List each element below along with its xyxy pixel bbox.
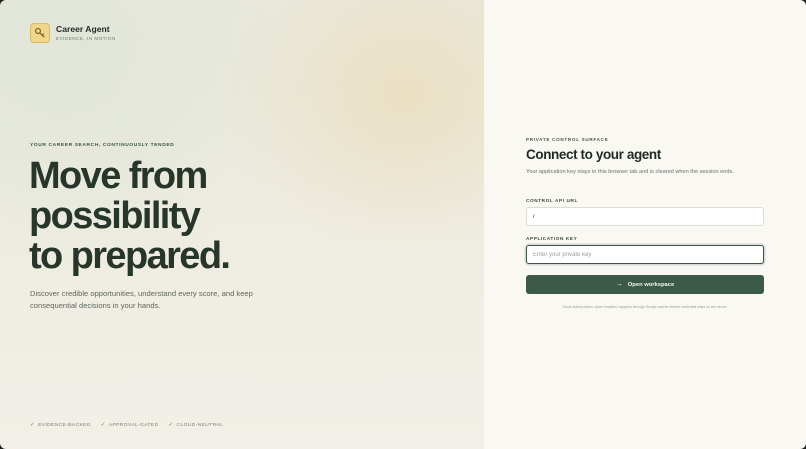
hero-eyebrow: YOUR CAREER SEARCH, CONTINUOUSLY TENDED	[30, 143, 175, 148]
auth-footnote: Gmail authorization, when enabled, happe…	[562, 305, 728, 309]
badge-approval-gated: ✓ APPROVAL-GATED	[101, 422, 159, 428]
key-icon	[30, 23, 50, 43]
hero-panel: Career Agent EVIDENCE, IN MOTION YOUR CA…	[0, 0, 484, 449]
hero-subcopy: Discover credible opportunities, underst…	[30, 289, 253, 310]
application-key-label: APPLICATION KEY	[526, 236, 578, 241]
hero-headline: Move from possibility to prepared.	[29, 155, 231, 277]
control-api-url-label: CONTROL API URL	[526, 198, 578, 203]
arrow-right-icon: →	[615, 281, 623, 288]
badge-label: APPROVAL-GATED	[108, 422, 159, 428]
check-icon: ✓	[30, 422, 36, 428]
form-description: Your application key stays in this brows…	[526, 169, 734, 175]
feature-badges: ✓ EVIDENCE-BACKED ✓ APPROVAL-GATED ✓ CLO…	[30, 422, 223, 428]
application-key-input[interactable]	[526, 245, 764, 264]
control-api-url-input[interactable]	[526, 207, 764, 226]
form-eyebrow: PRIVATE CONTROL SURFACE	[526, 137, 609, 142]
brand: Career Agent EVIDENCE, IN MOTION	[30, 23, 116, 43]
open-workspace-label: Open workspace	[627, 281, 675, 288]
brand-tagline: EVIDENCE, IN MOTION	[56, 36, 116, 41]
headline-line-3: to prepared.	[29, 235, 231, 277]
badge-evidence-backed: ✓ EVIDENCE-BACKED	[30, 422, 91, 428]
check-icon: ✓	[100, 422, 106, 428]
open-workspace-button[interactable]: → Open workspace	[526, 275, 764, 294]
headline-line-2: possibility	[29, 195, 201, 237]
badge-label: EVIDENCE-BACKED	[38, 422, 91, 428]
brand-name: Career Agent	[56, 24, 110, 34]
headline-line-1: Move from	[29, 155, 208, 197]
badge-cloud-neutral: ✓ CLOUD-NEUTRAL	[169, 422, 224, 428]
badge-label: CLOUD-NEUTRAL	[176, 422, 224, 428]
form-title: Connect to your agent	[526, 147, 661, 162]
check-icon: ✓	[168, 422, 174, 428]
